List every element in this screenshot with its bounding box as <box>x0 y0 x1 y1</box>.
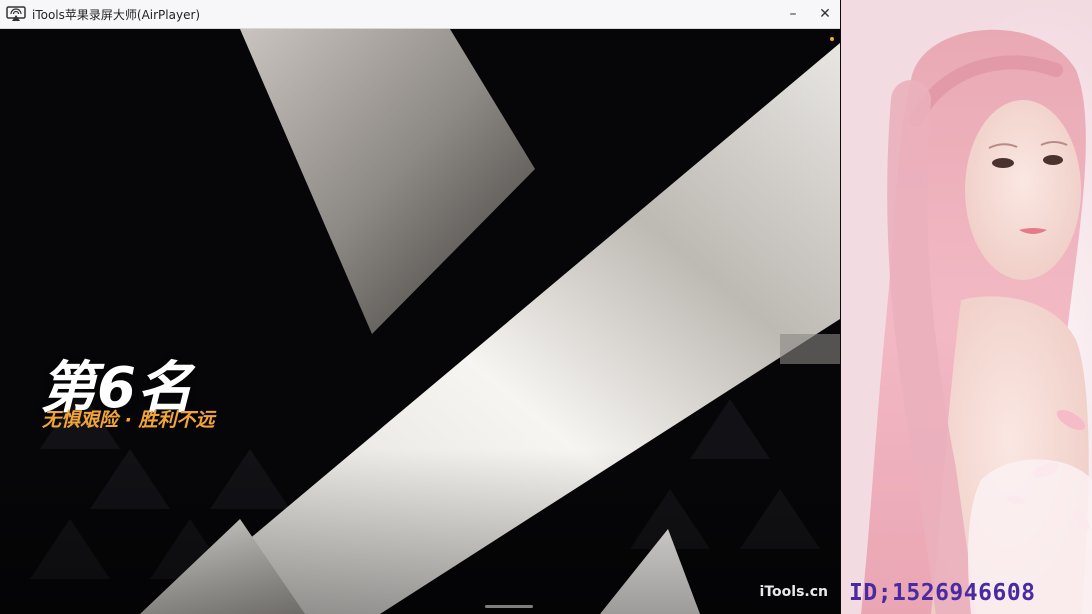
portrait-image <box>841 0 1092 614</box>
itools-watermark: iTools.cn <box>759 584 828 600</box>
airplay-icon <box>6 6 26 21</box>
rank-motto: 无惧艰险 · 胜利不远 <box>42 409 215 431</box>
window-title: iTools苹果录屏大师(AirPlayer) <box>32 7 201 22</box>
streamer-id-label: ID;1526946608 <box>849 580 1036 606</box>
minimize-button[interactable]: – <box>778 0 808 28</box>
title-bar[interactable]: iTools苹果录屏大师(AirPlayer) – ✕ <box>0 0 840 29</box>
home-indicator <box>485 605 533 608</box>
mirrored-game-screen[interactable]: 第6名 无惧艰险 · 胜利不远 iTools.cn <box>0 29 840 614</box>
streamer-portrait-panel: ID;1526946608 <box>841 0 1092 614</box>
airplayer-window: iTools苹果录屏大师(AirPlayer) – ✕ 第6名 无惧艰险 · 胜… <box>0 0 840 614</box>
game-background-art <box>0 29 840 614</box>
status-dot <box>830 37 834 41</box>
close-button[interactable]: ✕ <box>810 0 840 28</box>
